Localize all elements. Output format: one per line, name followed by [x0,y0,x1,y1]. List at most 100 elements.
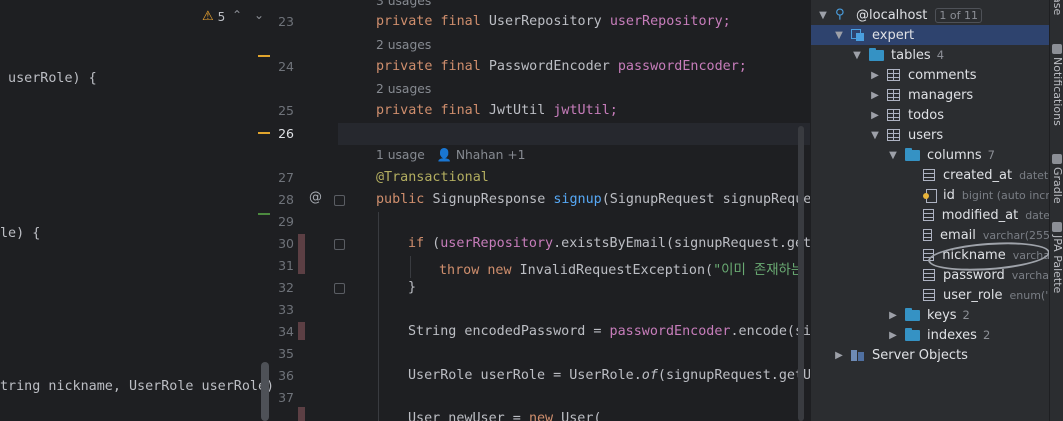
column-icon [923,229,933,241]
table-label: comments [908,67,977,83]
indexes-label: indexes [927,327,977,343]
column-name: created_at [943,167,1013,183]
tool-tab-database[interactable]: ase [1051,0,1063,15]
usages-hint[interactable]: 3 usages [376,0,431,8]
tool-tab-label: Notifications [1051,57,1063,126]
tool-tab-notifications[interactable]: Notifications [1051,44,1063,126]
main-editor[interactable]: 23 24 25 26 27 28 29 30 31 32 33 34 35 3… [272,0,810,421]
current-line-highlight [338,123,810,145]
schema-count-badge[interactable]: 1 of 11 [935,7,982,23]
chevron-right-icon[interactable]: ▶ [887,330,899,341]
chevron-down-icon[interactable]: ▼ [887,150,899,161]
usages-hint[interactable]: 2 usages [376,38,431,52]
chevron-down-icon[interactable]: ⌄ [254,8,264,22]
diff-marker[interactable] [298,407,305,421]
tool-tab-label: JPA Palette [1051,235,1063,294]
code-line: tring nickname, UserRole userRole) [0,379,272,394]
tree-node-table[interactable]: ▶ managers [811,85,1049,105]
line-number: 25 [278,103,294,118]
chevron-right-icon[interactable]: ▶ [887,310,899,321]
line-number: 33 [278,302,294,317]
line-number: 37 [278,390,294,405]
tool-tab-label: ase [1051,0,1063,16]
line-number: 36 [278,368,294,383]
inspection-widget[interactable]: ⚠ 5 ⌃ ⌄ [202,8,264,24]
line-number: 28 [278,192,294,207]
database-explorer[interactable]: ▼ ⚲ @localhost 1 of 11 ▼ expert ▼ tables… [810,0,1049,421]
fold-icon[interactable] [334,239,345,250]
tree-node-columns[interactable]: ▼ columns 7 [811,145,1049,165]
scrollbar-thumb[interactable] [798,126,804,421]
line-number: 26 [278,126,294,141]
scrollbar-thumb[interactable] [261,362,269,421]
column-icon [923,209,934,221]
tool-tab-jpa-palette[interactable]: JPA Palette [1051,222,1063,293]
code-line: if (userRepository.existsByEmail(signupR… [408,236,810,251]
inlay-hint[interactable]: 1 usage 👤 Nhahan +1 [376,148,526,163]
column-icon [923,289,935,301]
indexes-count: 2 [982,328,991,342]
diff-marker[interactable] [298,322,305,340]
chevron-down-icon[interactable]: ▼ [817,10,829,21]
warning-stripe[interactable] [258,132,270,134]
chevron-up-icon[interactable]: ⌃ [232,8,242,22]
tree-node-column[interactable]: password varcha [811,265,1049,285]
primary-key-icon [923,188,937,203]
columns-label: columns [927,147,982,163]
tree-node-table[interactable]: ▶ comments [811,65,1049,85]
server-objects-icon [851,349,865,361]
usages-hint[interactable]: 2 usages [376,82,431,96]
table-icon [887,69,900,81]
line-number: 34 [278,324,294,339]
schema-label: expert [872,27,915,43]
tree-node-column[interactable]: modified_at date [811,205,1049,225]
chevron-down-icon[interactable]: ▼ [869,130,881,141]
columns-count: 7 [987,148,995,162]
chevron-right-icon[interactable]: ▶ [869,110,881,121]
line-number: 31 [278,258,294,273]
left-editor-pane[interactable]: ⚠ 5 ⌃ ⌄ userRole) { le) { tring nickname… [0,0,272,421]
column-name: email [940,227,976,243]
warning-icon: ⚠ [202,9,214,24]
right-tool-strip[interactable]: ase Notifications Gradle JPA Palette [1049,0,1063,421]
implementation-marker-icon[interactable]: @ [309,190,322,205]
fold-icon[interactable] [334,195,345,206]
change-stripe[interactable] [258,213,270,215]
code-line: throw new InvalidRequestException("이미 존재… [439,263,804,278]
chevron-right-icon[interactable]: ▶ [869,90,881,101]
tree-node-column[interactable]: user_role enum(' [811,285,1049,305]
chevron-right-icon[interactable]: ▶ [833,350,845,361]
tree-node-column[interactable]: id bigint (auto incr [811,185,1049,205]
tree-node-table[interactable]: ▶ todos [811,105,1049,125]
tool-tab-label: Gradle [1051,167,1063,204]
tree-node-indexes[interactable]: ▶ indexes 2 [811,325,1049,345]
tree-node-keys[interactable]: ▶ keys 2 [811,305,1049,325]
keys-label: keys [927,307,957,323]
line-number: 27 [278,170,294,185]
code-line: private final PasswordEncoder passwordEn… [376,59,747,74]
datasource-icon: ⚲ [835,7,845,22]
chevron-down-icon[interactable]: ▼ [851,50,863,61]
editor-gutter[interactable]: 23 24 25 26 27 28 29 30 31 32 33 34 35 3… [272,0,345,421]
tool-tab-gradle[interactable]: Gradle [1051,154,1063,204]
table-icon [887,129,900,141]
code-line: userRole) { [0,71,97,86]
code-line: private final UserRepository userReposit… [376,14,731,29]
warning-stripe[interactable] [258,55,270,57]
chevron-down-icon[interactable]: ▼ [833,30,845,41]
user-icon: 👤 [436,148,452,162]
tree-node-server-objects[interactable]: ▶ Server Objects [811,345,1049,365]
tables-count: 4 [936,48,945,62]
tree-node-schema[interactable]: ▼ expert [811,25,1049,45]
tree-node-host[interactable]: ▼ ⚲ @localhost 1 of 11 [811,5,1049,25]
tree-node-column[interactable]: created_at datet [811,165,1049,185]
chevron-right-icon[interactable]: ▶ [869,70,881,81]
table-label: todos [908,107,945,123]
tree-node-table[interactable]: ▼ users [811,125,1049,145]
diff-marker[interactable] [298,234,305,274]
table-icon [887,89,900,101]
line-number: 32 [278,280,294,295]
code-line: String encodedPassword = passwordEncoder… [408,324,810,339]
fold-icon[interactable] [334,283,345,294]
tree-node-tables[interactable]: ▼ tables 4 [811,45,1049,65]
